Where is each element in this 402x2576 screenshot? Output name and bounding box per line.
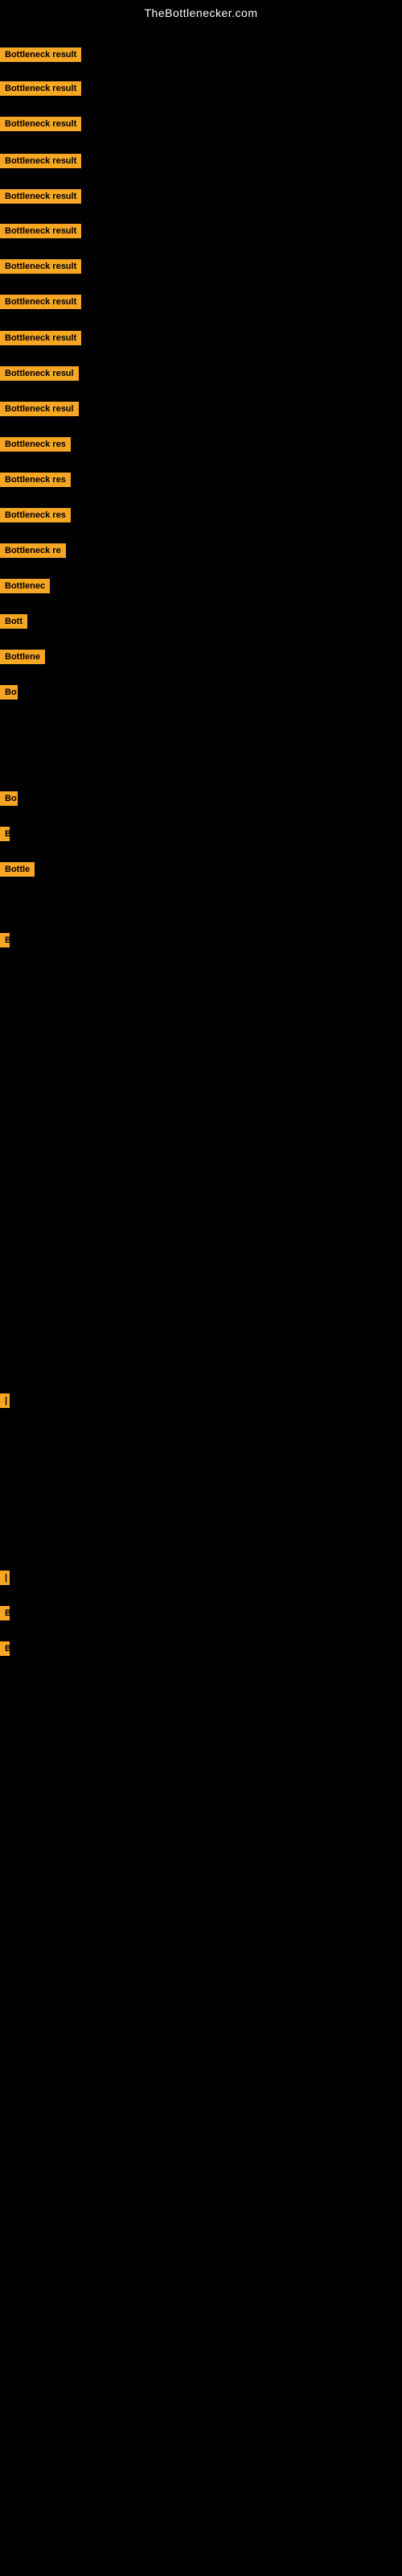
bottleneck-result-23: B (0, 827, 10, 845)
bottleneck-badge-23: B (0, 827, 10, 841)
bottleneck-result-5: Bottleneck result (0, 189, 81, 208)
bottleneck-badge-44: | (0, 1571, 10, 1585)
bottleneck-badge-24: Bottle (0, 862, 35, 877)
bottleneck-badge-39: | (0, 1393, 10, 1408)
site-title: TheBottlenecker.com (0, 0, 402, 26)
bottleneck-result-19: Bo (0, 685, 18, 704)
bottleneck-badge-46: B (0, 1641, 10, 1656)
bottleneck-badge-1: Bottleneck result (0, 47, 81, 62)
bottleneck-result-45: B (0, 1606, 10, 1624)
bottleneck-result-16: Bottlenec (0, 579, 50, 597)
bottleneck-result-18: Bottlene (0, 650, 45, 668)
bottleneck-badge-9: Bottleneck result (0, 331, 81, 345)
bottleneck-badge-6: Bottleneck result (0, 224, 81, 238)
bottleneck-result-6: Bottleneck result (0, 224, 81, 242)
bottleneck-result-14: Bottleneck res (0, 508, 71, 526)
bottleneck-result-4: Bottleneck result (0, 154, 81, 172)
bottleneck-badge-10: Bottleneck resul (0, 366, 79, 381)
bottleneck-badge-13: Bottleneck res (0, 473, 71, 487)
bottleneck-result-46: B (0, 1641, 10, 1660)
bottleneck-badge-7: Bottleneck result (0, 259, 81, 274)
bottleneck-badge-5: Bottleneck result (0, 189, 81, 204)
bottleneck-badge-4: Bottleneck result (0, 154, 81, 168)
bottleneck-badge-14: Bottleneck res (0, 508, 71, 522)
bottleneck-badge-8: Bottleneck result (0, 295, 81, 309)
bottleneck-badge-18: Bottlene (0, 650, 45, 664)
bottleneck-result-1: Bottleneck result (0, 47, 81, 66)
bottleneck-result-13: Bottleneck res (0, 473, 71, 491)
bottleneck-badge-12: Bottleneck res (0, 437, 71, 452)
bottleneck-badge-17: Bott (0, 614, 27, 629)
bottleneck-badge-19: Bo (0, 685, 18, 700)
bottleneck-badge-11: Bottleneck resul (0, 402, 79, 416)
bottleneck-result-9: Bottleneck result (0, 331, 81, 349)
bottleneck-result-17: Bott (0, 614, 27, 633)
bottleneck-result-22: Bo (0, 791, 18, 810)
bottleneck-badge-22: Bo (0, 791, 18, 806)
bottleneck-result-12: Bottleneck res (0, 437, 71, 456)
bottleneck-badge-3: Bottleneck result (0, 117, 81, 131)
bottleneck-badge-26: B (0, 933, 10, 947)
bottleneck-result-26: B (0, 933, 10, 952)
bottleneck-badge-2: Bottleneck result (0, 81, 81, 96)
bottleneck-result-15: Bottleneck re (0, 543, 66, 562)
bottleneck-result-39: | (0, 1393, 10, 1412)
bottleneck-result-2: Bottleneck result (0, 81, 81, 100)
bottleneck-result-10: Bottleneck resul (0, 366, 79, 385)
bottleneck-result-11: Bottleneck resul (0, 402, 79, 420)
bottleneck-badge-15: Bottleneck re (0, 543, 66, 558)
bottleneck-badge-45: B (0, 1606, 10, 1620)
bottleneck-result-24: Bottle (0, 862, 35, 881)
bottleneck-result-8: Bottleneck result (0, 295, 81, 313)
bottleneck-result-7: Bottleneck result (0, 259, 81, 278)
bottleneck-result-44: | (0, 1571, 10, 1589)
bottleneck-badge-16: Bottlenec (0, 579, 50, 593)
bottleneck-result-3: Bottleneck result (0, 117, 81, 135)
